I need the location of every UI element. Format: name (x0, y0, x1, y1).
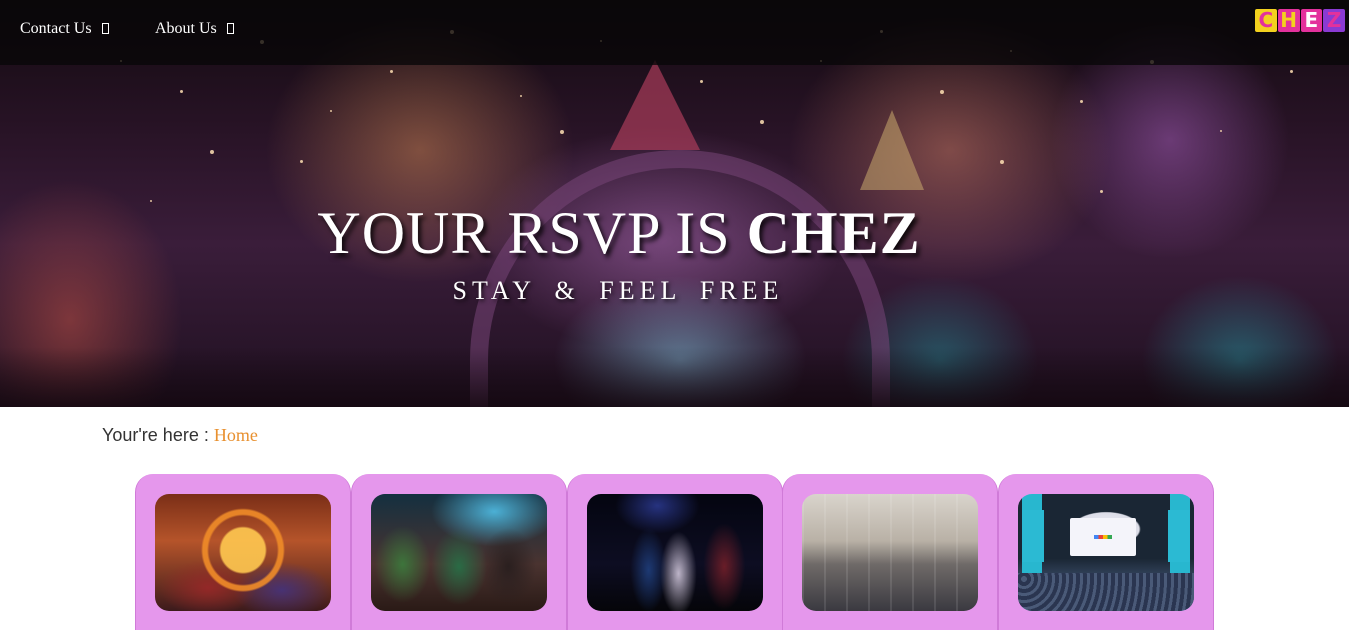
event-image-conference-hall[interactable] (802, 494, 978, 611)
dropdown-icon (101, 23, 109, 34)
keynote-audience (1018, 573, 1194, 611)
event-image-avengers[interactable] (155, 494, 331, 611)
firework-spark (1100, 190, 1103, 193)
keynote-main-screen (1070, 518, 1136, 556)
hero-tent-left (610, 60, 700, 150)
firework-spark (180, 90, 183, 93)
logo-letter: C (1255, 9, 1277, 32)
keynote-side-screen (1022, 510, 1044, 562)
event-card[interactable] (998, 474, 1214, 630)
hero-subtitle: STAY & FEEL FREE (452, 276, 784, 305)
nav-contact-us-label: Contact Us (20, 20, 92, 37)
firework-spark (1000, 160, 1004, 164)
firework-spark (560, 130, 564, 134)
firework-spark (1080, 100, 1083, 103)
firework-spark (940, 90, 944, 94)
nav-about-us[interactable]: About Us (155, 19, 234, 39)
hero-title-prefix: YOUR RSVP IS (317, 200, 747, 266)
firework-spark (520, 95, 522, 97)
firework-spark (330, 110, 332, 112)
chez-logo[interactable]: C H E Z (1255, 9, 1345, 32)
hero-tent-right (860, 110, 924, 190)
breadcrumb-home-link[interactable]: Home (214, 425, 258, 445)
event-card-row (135, 474, 1215, 630)
top-navbar: Contact Us About Us C H E Z (0, 0, 1349, 65)
firework-spark (760, 120, 764, 124)
event-image-dancers[interactable] (371, 494, 547, 611)
event-image-singers[interactable] (587, 494, 763, 611)
firework-spark (390, 70, 393, 73)
dropdown-icon (226, 23, 234, 34)
event-image-google-keynote[interactable] (1018, 494, 1194, 611)
event-card[interactable] (567, 474, 783, 630)
nav-contact-us[interactable]: Contact Us (20, 19, 109, 39)
breadcrumb-prefix: Your're here : (102, 425, 214, 445)
firework-spark (210, 150, 214, 154)
logo-letter: E (1300, 9, 1323, 32)
hero-title-brand: CHEZ (746, 200, 921, 266)
hero-title: YOUR RSVP IS CHEZ (0, 198, 1238, 268)
nav-about-us-label: About Us (155, 20, 217, 37)
firework-spark (300, 160, 303, 163)
logo-letter: H (1277, 9, 1300, 32)
event-card[interactable] (135, 474, 351, 630)
event-card[interactable] (782, 474, 998, 630)
firework-spark (700, 80, 703, 83)
hero-crowd-shade (0, 347, 1349, 407)
logo-letter: Z (1323, 9, 1345, 32)
event-card[interactable] (351, 474, 567, 630)
breadcrumb: Your're here : Home (102, 424, 258, 446)
firework-spark (1220, 130, 1222, 132)
keynote-side-screen (1168, 510, 1190, 562)
firework-spark (1290, 70, 1293, 73)
